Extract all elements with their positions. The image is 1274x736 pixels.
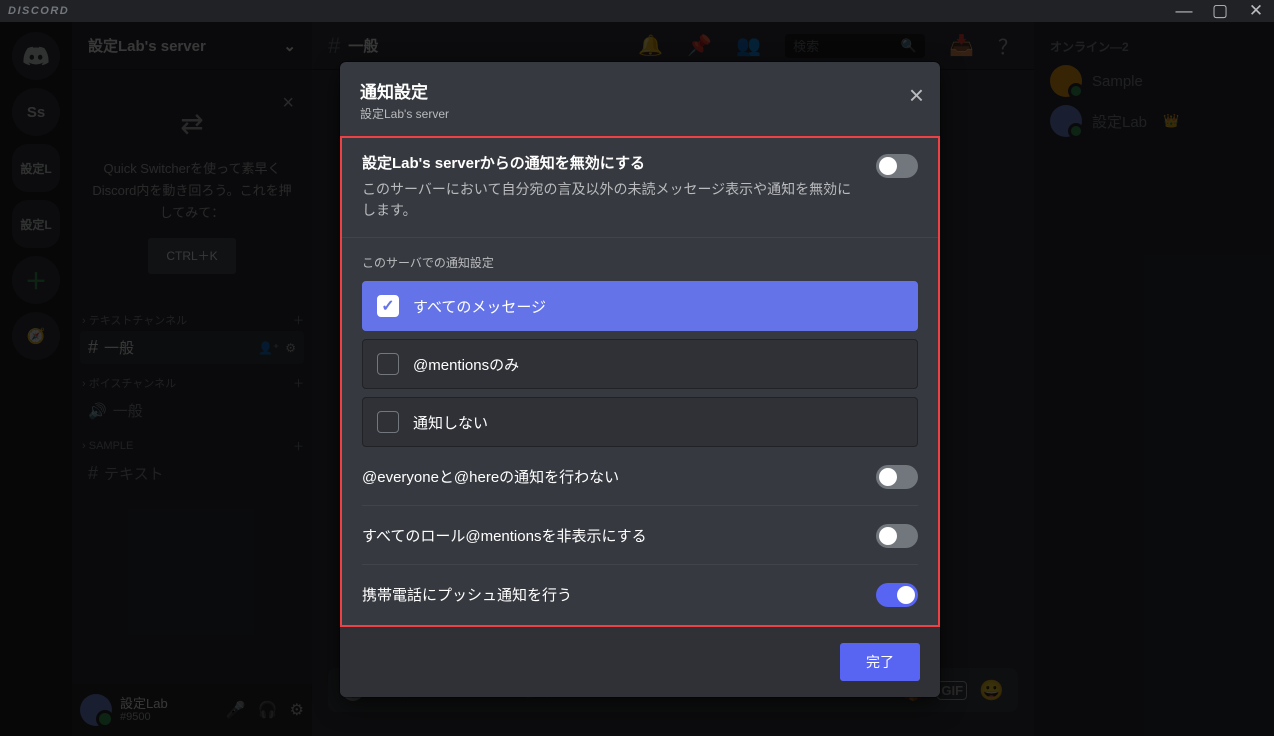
done-button[interactable]: 完了 [840,643,920,681]
push-mobile-toggle[interactable] [876,583,918,607]
suppress-roles-label: すべてのロール@mentionsを非表示にする [362,525,647,546]
modal-subtitle: 設定Lab's server [360,105,920,122]
close-icon[interactable]: × [909,82,924,108]
window-minimize-icon[interactable]: — [1170,1,1198,21]
checkbox-icon: ✓ [377,295,399,317]
option-all-messages[interactable]: ✓ すべてのメッセージ [362,281,918,331]
push-mobile-label: 携帯電話にプッシュ通知を行う [362,584,572,605]
mute-server-title: 設定Lab's serverからの通知を無効にする [362,152,860,173]
option-label: 通知しない [413,412,488,433]
mute-server-desc: このサーバーにおいて自分宛の言及以外の未読メッセージ表示や通知を無効にします。 [362,179,860,221]
checkbox-icon [377,411,399,433]
option-label: すべてのメッセージ [413,296,546,317]
option-mentions-only[interactable]: @mentionsのみ [362,339,918,389]
suppress-everyone-toggle[interactable] [876,465,918,489]
notification-section-label: このサーバでの通知設定 [362,254,918,271]
suppress-roles-toggle[interactable] [876,524,918,548]
checkbox-icon [377,353,399,375]
app-brand: DISCORD [8,5,69,17]
option-nothing[interactable]: 通知しない [362,397,918,447]
mute-server-toggle[interactable] [876,154,918,178]
notification-settings-modal: 通知設定 設定Lab's server × 設定Lab's serverからの通… [340,62,940,697]
modal-title: 通知設定 [360,78,920,103]
window-close-icon[interactable]: ✕ [1242,1,1270,21]
suppress-everyone-label: @everyoneと@hereの通知を行わない [362,466,619,487]
option-label: @mentionsのみ [413,354,519,375]
window-maximize-icon[interactable]: ▢ [1206,1,1234,21]
